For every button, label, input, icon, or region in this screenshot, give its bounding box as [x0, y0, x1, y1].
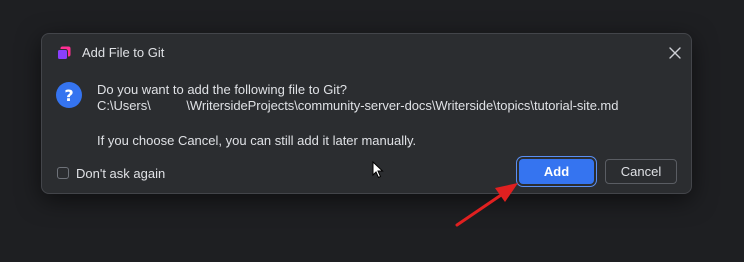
- add-file-to-git-dialog: Add File to Git ? Do you want to add the…: [41, 33, 692, 194]
- dialog-title: Add File to Git: [82, 45, 165, 60]
- cancel-button[interactable]: Cancel: [605, 159, 677, 184]
- close-icon: [669, 47, 681, 59]
- question-icon: ?: [56, 82, 82, 108]
- message-hint: If you choose Cancel, you can still add …: [97, 133, 417, 148]
- close-button[interactable]: [665, 43, 685, 63]
- checkbox-label: Don't ask again: [76, 165, 166, 181]
- message-question: Do you want to add the following file to…: [97, 82, 348, 97]
- message-file-path: C:\Users\ \WritersideProjects\community-…: [97, 98, 619, 113]
- mouse-cursor-icon: [372, 161, 384, 179]
- checkbox-box[interactable]: [57, 167, 69, 179]
- add-button[interactable]: Add: [519, 159, 594, 184]
- dont-ask-again-checkbox[interactable]: Don't ask again: [57, 164, 165, 182]
- git-app-icon: [57, 46, 71, 60]
